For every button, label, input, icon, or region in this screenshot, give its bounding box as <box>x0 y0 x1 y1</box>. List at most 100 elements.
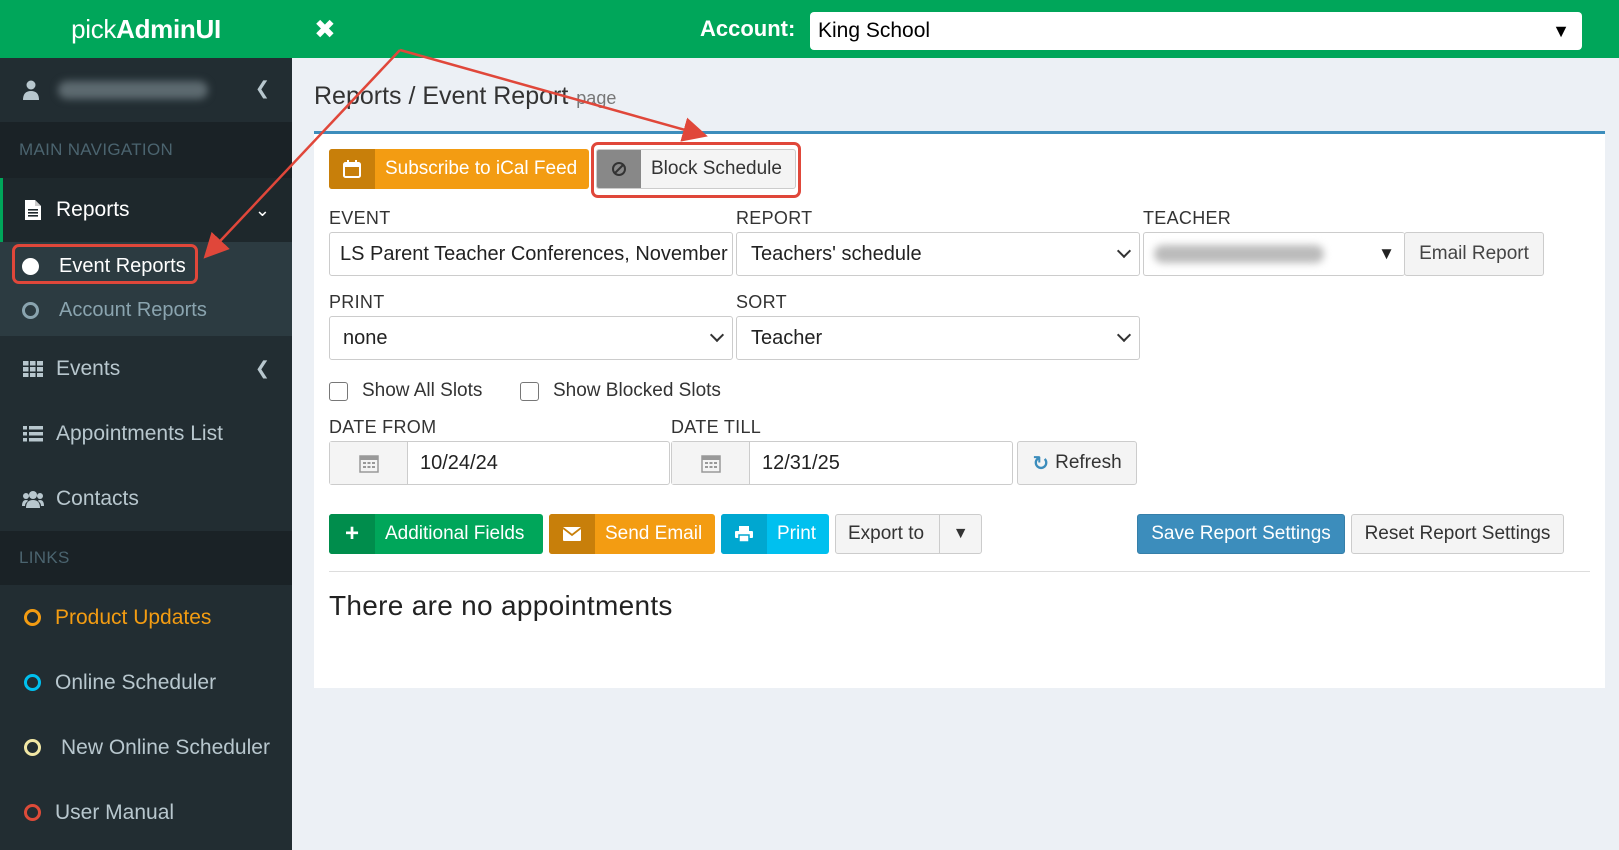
date-from-value: 10/24/24 <box>420 451 498 474</box>
account-value: King School <box>818 19 931 42</box>
sidebar-item-label: Product Updates <box>55 605 212 629</box>
save-report-settings-button[interactable]: Save Report Settings <box>1137 514 1345 554</box>
checkbox-box[interactable] <box>520 381 539 401</box>
reset-report-settings-button[interactable]: Reset Report Settings <box>1351 514 1564 554</box>
ban-icon <box>597 150 641 188</box>
date-till-value: 12/31/25 <box>762 451 840 474</box>
sidebar-item-label: Account Reports <box>59 298 207 321</box>
sidebar-item-label: New Online Scheduler <box>61 735 270 759</box>
page-subtitle: page <box>576 88 617 108</box>
show-blocked-slots-label: Show Blocked Slots <box>553 380 721 401</box>
logo-light-text: pick <box>71 13 117 44</box>
plus-icon: + <box>329 514 375 554</box>
sidebar-item-label: Reports <box>56 198 130 221</box>
print-label: PRINT <box>329 292 385 312</box>
block-schedule-button[interactable]: Block Schedule <box>596 149 796 189</box>
page-title: Reports / Event Report page <box>314 82 616 111</box>
calendar-icon <box>329 149 375 189</box>
event-value: LS Parent Teacher Conferences, November … <box>340 242 733 265</box>
sidebar-link-new-online-scheduler[interactable]: New Online Scheduler <box>0 715 292 780</box>
envelope-icon <box>549 514 595 554</box>
sidebar: pick AdminUI ❮ MAIN NAVIGATION Reports ⌄ … <box>0 0 292 850</box>
print-icon <box>721 514 767 554</box>
date-till-input[interactable]: 12/31/25 <box>671 441 1013 485</box>
account-select[interactable]: King School ▼ <box>810 12 1582 50</box>
sidebar-item-label: Appointments List <box>56 421 223 445</box>
refresh-button[interactable]: ↻ Refresh <box>1017 441 1137 485</box>
user-icon <box>22 80 40 100</box>
page-title-text: Reports / Event Report <box>314 82 569 110</box>
users-icon <box>22 490 44 508</box>
app-logo[interactable]: pick AdminUI <box>0 0 292 58</box>
sidebar-link-online-scheduler[interactable]: Online Scheduler <box>0 650 292 715</box>
date-from-input[interactable]: 10/24/24 <box>329 441 670 485</box>
chevron-left-icon[interactable]: ❮ <box>255 78 270 99</box>
chevron-down-icon <box>1116 327 1132 343</box>
report-box: Subscribe to iCal Feed Block Schedule EV… <box>314 131 1605 688</box>
save-report-settings-label: Save Report Settings <box>1151 523 1331 544</box>
sidebar-item-label: Contacts <box>56 486 139 510</box>
teacher-select[interactable]: ▼ <box>1143 232 1405 276</box>
report-value: Teachers' schedule <box>751 242 922 265</box>
chevron-down-icon: ⌄ <box>254 199 270 220</box>
date-till-label: DATE TILL <box>671 417 762 437</box>
sidebar-item-label: Online Scheduler <box>55 670 217 694</box>
circle-o-icon <box>22 301 39 319</box>
sidebar-item-reports[interactable]: Reports ⌄ <box>0 178 292 242</box>
additional-fields-label: Additional Fields <box>385 523 525 544</box>
subscribe-ical-button[interactable]: Subscribe to iCal Feed <box>329 149 589 189</box>
email-report-label: Email Report <box>1419 243 1529 264</box>
sidebar-link-user-manual[interactable]: User Manual <box>0 780 292 845</box>
dropdown-arrow-icon[interactable]: ▼ <box>939 515 981 553</box>
date-from-label: DATE FROM <box>329 417 437 437</box>
report-select[interactable]: Teachers' schedule <box>736 232 1140 276</box>
email-report-button[interactable]: Email Report <box>1404 232 1544 276</box>
logo-bold-text: AdminUI <box>116 13 221 44</box>
refresh-label: Refresh <box>1055 452 1122 473</box>
circle-o-icon <box>24 674 41 691</box>
account-label: Account: <box>700 16 796 41</box>
show-blocked-slots-checkbox[interactable]: Show Blocked Slots <box>520 380 721 402</box>
chevron-down-icon <box>1116 243 1132 259</box>
reset-report-settings-label: Reset Report Settings <box>1364 523 1551 544</box>
event-select[interactable]: LS Parent Teacher Conferences, November … <box>329 232 733 276</box>
print-button[interactable]: Print <box>721 514 829 554</box>
sidebar-item-account-reports[interactable]: Account Reports <box>0 288 292 332</box>
sort-label: SORT <box>736 292 787 312</box>
subscribe-ical-label: Subscribe to iCal Feed <box>385 158 578 179</box>
main-navigation-header: MAIN NAVIGATION <box>0 122 292 178</box>
sidebar-item-label: User Manual <box>55 800 175 824</box>
sort-value: Teacher <box>751 326 823 349</box>
user-name-blurred <box>58 81 208 99</box>
chevron-down-icon <box>709 327 725 343</box>
report-label: REPORT <box>736 208 813 228</box>
send-email-button[interactable]: Send Email <box>549 514 715 554</box>
print-select[interactable]: none <box>329 316 733 360</box>
highlight-box-event-reports <box>12 244 198 284</box>
checkbox-box[interactable] <box>329 381 348 401</box>
grid-icon <box>22 360 44 377</box>
sidebar-link-product-updates[interactable]: Product Updates <box>0 585 292 650</box>
user-panel[interactable]: ❮ <box>0 58 292 122</box>
close-icon[interactable]: ✖ <box>314 14 344 45</box>
circle-o-icon <box>24 804 41 821</box>
divider <box>329 571 1590 572</box>
block-schedule-label: Block Schedule <box>651 158 782 179</box>
empty-results-message: There are no appointments <box>329 590 673 621</box>
sort-select[interactable]: Teacher <box>736 316 1140 360</box>
refresh-icon: ↻ <box>1032 452 1050 475</box>
reports-submenu: Event Reports Account Reports <box>0 242 292 336</box>
additional-fields-button[interactable]: + Additional Fields <box>329 514 543 554</box>
event-label: EVENT <box>329 208 391 228</box>
export-to-dropdown[interactable]: Export to ▼ <box>835 514 982 554</box>
dropdown-arrow-icon: ▼ <box>1378 244 1395 263</box>
print-label: Print <box>777 523 817 544</box>
sidebar-item-label: Events <box>56 356 121 380</box>
sidebar-item-events[interactable]: Events ❮ <box>0 336 292 401</box>
show-all-slots-checkbox[interactable]: Show All Slots <box>329 380 482 402</box>
sidebar-item-appointments-list[interactable]: Appointments List <box>0 401 292 466</box>
export-to-label: Export to <box>848 523 925 544</box>
calendar-icon[interactable] <box>330 442 408 484</box>
calendar-icon[interactable] <box>672 442 750 484</box>
sidebar-item-contacts[interactable]: Contacts <box>0 466 292 531</box>
